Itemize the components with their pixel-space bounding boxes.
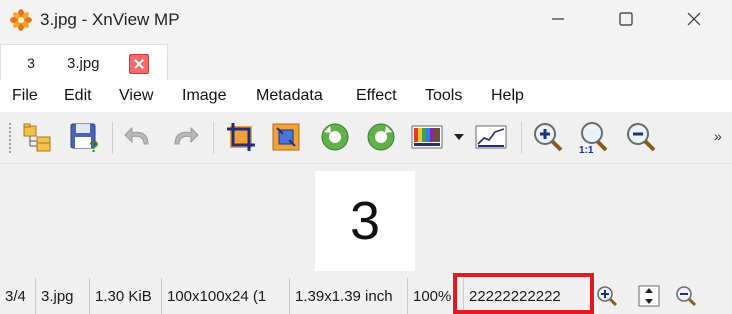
close-window-button[interactable] [671, 0, 717, 42]
menu-image[interactable]: Image [182, 87, 226, 105]
resize-icon[interactable] [269, 120, 303, 154]
svg-text:?: ? [89, 139, 99, 154]
toolbar-grip[interactable] [8, 122, 12, 154]
toolbar-separator [521, 122, 522, 154]
minimize-button[interactable] [535, 0, 581, 42]
undo-icon[interactable] [122, 120, 156, 154]
menu-edit[interactable]: Edit [64, 87, 92, 105]
zoom-in-icon[interactable] [531, 120, 565, 154]
crop-icon[interactable] [224, 120, 258, 154]
redo-icon[interactable] [167, 120, 201, 154]
toolbar: ? 1:1 » [0, 112, 732, 164]
displayed-image: 3 [315, 171, 415, 271]
status-bar: 3/4 3.jpg 1.30 KiB 100x100x24 (1 1.39x1.… [0, 278, 732, 314]
tab-thumbnail: 3 [16, 53, 46, 73]
zoom-fit-icon[interactable] [637, 284, 661, 308]
highlight-box [453, 273, 594, 314]
status-filesize: 1.30 KiB [90, 278, 162, 314]
toolbar-separator [213, 122, 214, 154]
menu-bar: File Edit View Image Metadata Effect Too… [0, 80, 732, 112]
status-print-size: 1.39x1.39 inch [290, 278, 408, 314]
status-filename: 3.jpg [36, 278, 90, 314]
title-bar: 3.jpg - XnView MP [0, 0, 732, 42]
menu-tools[interactable]: Tools [425, 87, 462, 105]
status-dimensions: 100x100x24 (1 [162, 278, 290, 314]
close-icon [687, 12, 701, 31]
chevron-down-icon[interactable] [454, 134, 464, 140]
toolbar-separator [112, 122, 113, 154]
svg-text:1:1: 1:1 [579, 145, 594, 154]
menu-file[interactable]: File [12, 87, 38, 105]
xnview-flower-icon [10, 9, 32, 31]
toolbar-overflow-button[interactable]: » [714, 128, 722, 144]
zoom-out-icon[interactable] [674, 284, 698, 308]
maximize-button[interactable] [603, 0, 649, 42]
menu-metadata[interactable]: Metadata [256, 87, 323, 105]
zoom-in-icon[interactable] [595, 284, 619, 308]
browse-folder-icon[interactable] [21, 120, 55, 154]
levels-icon[interactable] [474, 120, 508, 154]
adjust-colors-icon[interactable] [410, 120, 444, 154]
menu-view[interactable]: View [119, 87, 153, 105]
zoom-1to1-icon[interactable]: 1:1 [576, 120, 610, 156]
rotate-right-icon[interactable] [364, 120, 398, 154]
save-icon[interactable]: ? [67, 120, 101, 156]
maximize-icon [619, 11, 633, 31]
tab-bar: 3 3.jpg [0, 42, 732, 80]
status-position: 3/4 [0, 278, 36, 314]
tab-3-jpg[interactable]: 3 3.jpg [0, 44, 168, 80]
zoom-out-icon[interactable] [624, 120, 658, 154]
rotate-left-icon[interactable] [318, 120, 352, 154]
minimize-icon [551, 12, 565, 31]
menu-help[interactable]: Help [491, 87, 524, 105]
menu-effect[interactable]: Effect [356, 87, 397, 105]
tab-label: 3.jpg [67, 55, 100, 72]
image-viewer[interactable]: 3 [0, 165, 732, 278]
window-title: 3.jpg - XnView MP [40, 10, 180, 29]
tab-close-icon[interactable] [129, 54, 149, 74]
